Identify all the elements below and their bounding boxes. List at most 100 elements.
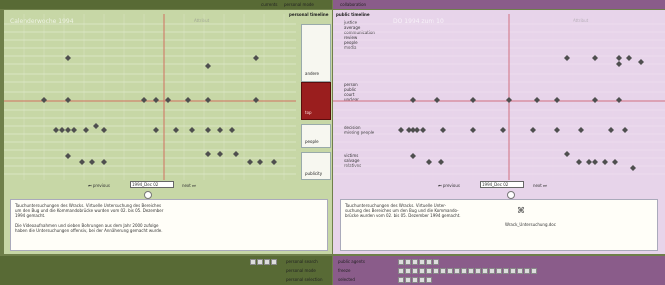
event-marker[interactable] bbox=[185, 97, 191, 103]
event-marker[interactable] bbox=[434, 97, 440, 103]
tab-people[interactable]: people bbox=[301, 124, 331, 148]
event-marker[interactable] bbox=[554, 127, 560, 133]
option-checkbox[interactable] bbox=[405, 277, 411, 283]
option-checkbox[interactable] bbox=[503, 268, 509, 274]
event-marker[interactable] bbox=[89, 159, 95, 165]
option-checkbox[interactable] bbox=[405, 259, 411, 265]
option-checkbox[interactable] bbox=[264, 259, 270, 265]
event-marker[interactable] bbox=[141, 97, 147, 103]
event-marker[interactable] bbox=[530, 127, 536, 133]
option-checkbox[interactable] bbox=[271, 259, 277, 265]
right-prev-button[interactable]: ⏮ previous bbox=[438, 183, 460, 188]
event-marker[interactable] bbox=[101, 127, 107, 133]
option-checkbox[interactable] bbox=[454, 268, 460, 274]
event-marker[interactable] bbox=[534, 97, 540, 103]
left-prev-button[interactable]: ⏮ previous bbox=[88, 183, 110, 188]
option-checkbox[interactable] bbox=[419, 268, 425, 274]
event-marker[interactable] bbox=[616, 61, 622, 67]
event-marker[interactable] bbox=[271, 159, 277, 165]
event-marker[interactable] bbox=[233, 151, 239, 157]
event-marker[interactable] bbox=[622, 127, 628, 133]
event-marker[interactable] bbox=[247, 159, 253, 165]
right-date-input[interactable]: 1994_Dec 02 bbox=[480, 181, 524, 188]
left-next-button[interactable]: next ⏭ bbox=[182, 183, 196, 188]
option-checkbox[interactable] bbox=[461, 268, 467, 274]
left-date-input[interactable]: 1994_Dec 02 bbox=[130, 181, 174, 188]
option-checkbox[interactable] bbox=[398, 268, 404, 274]
tab-top[interactable]: top bbox=[301, 82, 331, 120]
event-marker[interactable] bbox=[71, 127, 77, 133]
option-checkbox[interactable] bbox=[257, 259, 263, 265]
event-marker[interactable] bbox=[189, 127, 195, 133]
option-checkbox[interactable] bbox=[468, 268, 474, 274]
option-checkbox[interactable] bbox=[412, 259, 418, 265]
option-checkbox[interactable] bbox=[440, 268, 446, 274]
document-icon[interactable]: ⌘ bbox=[517, 207, 525, 215]
option-checkbox[interactable] bbox=[482, 268, 488, 274]
event-marker[interactable] bbox=[578, 127, 584, 133]
event-marker[interactable] bbox=[173, 127, 179, 133]
option-checkbox[interactable] bbox=[433, 268, 439, 274]
event-marker[interactable] bbox=[440, 127, 446, 133]
event-marker[interactable] bbox=[41, 97, 47, 103]
right-timeline[interactable] bbox=[333, 14, 665, 184]
option-checkbox[interactable] bbox=[496, 268, 502, 274]
event-marker[interactable] bbox=[217, 151, 223, 157]
option-checkbox[interactable] bbox=[475, 268, 481, 274]
event-marker[interactable] bbox=[414, 127, 420, 133]
event-marker[interactable] bbox=[500, 127, 506, 133]
event-marker[interactable] bbox=[420, 127, 426, 133]
left-timeline[interactable] bbox=[4, 14, 296, 184]
event-marker[interactable] bbox=[65, 97, 71, 103]
event-marker[interactable] bbox=[205, 97, 211, 103]
option-checkbox[interactable] bbox=[489, 268, 495, 274]
event-marker[interactable] bbox=[217, 127, 223, 133]
option-checkbox[interactable] bbox=[433, 259, 439, 265]
tab-andere[interactable]: andere bbox=[301, 24, 331, 82]
left-scrub-knob[interactable] bbox=[144, 191, 152, 199]
event-marker[interactable] bbox=[576, 159, 582, 165]
event-marker[interactable] bbox=[229, 127, 235, 133]
option-checkbox[interactable] bbox=[510, 268, 516, 274]
option-checkbox[interactable] bbox=[398, 277, 404, 283]
option-checkbox[interactable] bbox=[419, 259, 425, 265]
option-checkbox[interactable] bbox=[405, 268, 411, 274]
option-checkbox[interactable] bbox=[250, 259, 256, 265]
option-checkbox[interactable] bbox=[398, 259, 404, 265]
event-marker[interactable] bbox=[93, 123, 99, 129]
event-marker[interactable] bbox=[101, 159, 107, 165]
event-marker[interactable] bbox=[564, 151, 570, 157]
right-scrub-knob[interactable] bbox=[507, 191, 515, 199]
right-next-button[interactable]: next ⏭ bbox=[533, 183, 547, 188]
event-marker[interactable] bbox=[153, 127, 159, 133]
tab-publicity[interactable]: publicity bbox=[301, 152, 331, 180]
option-checkbox[interactable] bbox=[426, 268, 432, 274]
event-marker[interactable] bbox=[470, 97, 476, 103]
event-marker[interactable] bbox=[602, 159, 608, 165]
event-marker[interactable] bbox=[165, 97, 171, 103]
event-marker[interactable] bbox=[554, 97, 560, 103]
event-marker[interactable] bbox=[205, 127, 211, 133]
event-marker[interactable] bbox=[257, 159, 263, 165]
event-marker[interactable] bbox=[65, 127, 71, 133]
event-marker[interactable] bbox=[253, 97, 259, 103]
attachment-label[interactable]: Wrack_Untersuchung.doc bbox=[505, 222, 556, 227]
option-checkbox[interactable] bbox=[426, 259, 432, 265]
event-marker[interactable] bbox=[438, 159, 444, 165]
event-marker[interactable] bbox=[506, 97, 512, 103]
event-marker[interactable] bbox=[470, 127, 476, 133]
event-marker[interactable] bbox=[53, 127, 59, 133]
event-marker[interactable] bbox=[205, 151, 211, 157]
event-marker[interactable] bbox=[426, 159, 432, 165]
option-checkbox[interactable] bbox=[419, 277, 425, 283]
option-checkbox[interactable] bbox=[412, 268, 418, 274]
option-checkbox[interactable] bbox=[412, 277, 418, 283]
event-marker[interactable] bbox=[406, 127, 412, 133]
option-checkbox[interactable] bbox=[447, 268, 453, 274]
event-marker[interactable] bbox=[398, 127, 404, 133]
option-checkbox[interactable] bbox=[517, 268, 523, 274]
event-marker[interactable] bbox=[153, 97, 159, 103]
event-marker[interactable] bbox=[616, 97, 622, 103]
event-marker[interactable] bbox=[410, 97, 416, 103]
option-checkbox[interactable] bbox=[531, 268, 537, 274]
